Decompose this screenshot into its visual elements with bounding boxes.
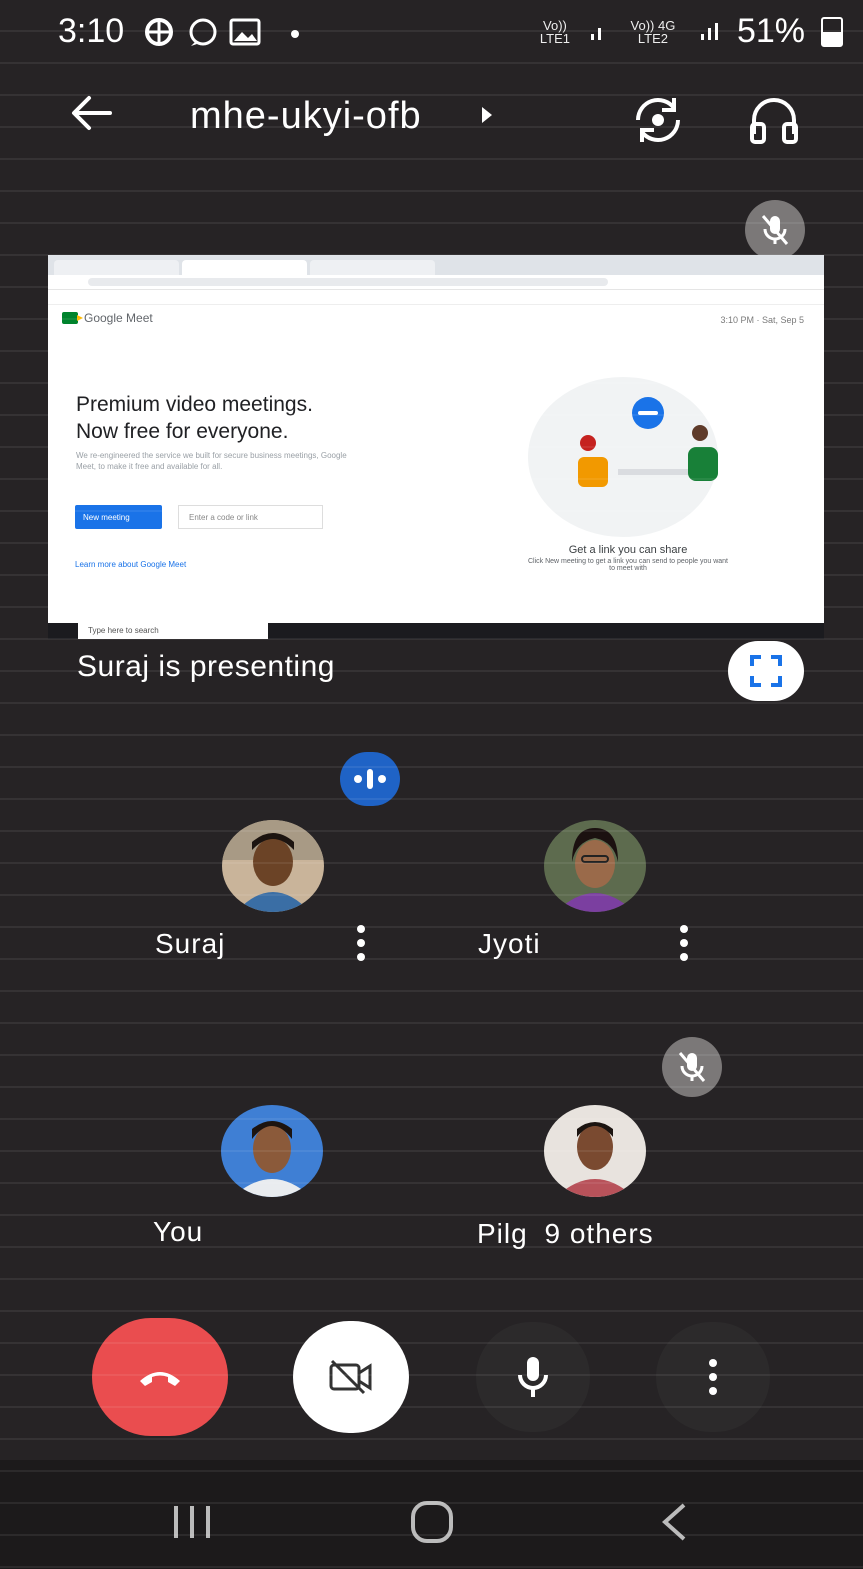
battery-icon [821, 16, 843, 47]
status-time: 3:10 [58, 12, 125, 50]
fullscreen-icon [750, 655, 782, 687]
system-nav-bar [0, 1460, 863, 1569]
learn-more-link: Learn more about Google Meet [75, 560, 187, 569]
presenter-muted-badge [745, 200, 805, 260]
speaking-indicator [340, 752, 400, 806]
meeting-code[interactable]: mhe-ukyi-ofb [190, 95, 422, 138]
signal-bars-icon [590, 27, 601, 40]
illustration-caption: Get a link you can share [568, 544, 688, 556]
switch-camera-button[interactable] [630, 92, 686, 148]
image-icon [229, 18, 261, 46]
end-call-button[interactable] [92, 1318, 228, 1436]
grid-app-icon [145, 18, 173, 46]
home-icon[interactable] [410, 1500, 454, 1544]
dot-icon [291, 30, 299, 38]
phone-hangup-icon [140, 1372, 180, 1386]
notification-icons [145, 14, 335, 58]
audio-level-icon [354, 769, 386, 789]
participant-name: Jyoti [478, 928, 541, 959]
browser-bookmarks [48, 290, 824, 305]
arrow-left-icon [72, 96, 112, 130]
participant-group-name: Pilg 9 others [477, 1218, 654, 1249]
taskbar-search: Type here to search [78, 623, 268, 639]
new-meeting-button: New meeting [75, 505, 162, 529]
recents-icon[interactable] [170, 1504, 214, 1540]
participant-name: Suraj [155, 928, 226, 959]
browser-tabbar [48, 255, 824, 275]
headphones-icon [750, 98, 798, 144]
microphone-icon [518, 1357, 548, 1397]
gmeet-time: 3:10 PM · Sat, Sep 5 [720, 315, 804, 325]
chevron-left-icon[interactable] [660, 1502, 688, 1542]
avatar-you[interactable] [221, 1105, 323, 1197]
gmeet-brand: Google Meet [84, 311, 153, 325]
avatar-pilg[interactable] [544, 1105, 646, 1197]
back-button[interactable] [70, 88, 112, 143]
microphone-button[interactable] [476, 1322, 590, 1432]
others-count: 9 others [544, 1218, 654, 1249]
caret-right-icon[interactable] [480, 104, 494, 132]
whatsapp-icon [189, 18, 217, 46]
status-right: Vo)) LTE1 Vo)) 4G LTE2 51% [537, 12, 843, 51]
participant-menu-button[interactable] [678, 925, 690, 961]
hero-subtitle: We re-engineered the service we built fo… [76, 451, 347, 471]
windows-taskbar: Type here to search [48, 623, 824, 639]
browser-urlbar [48, 275, 824, 290]
google-meet-logo-icon [62, 312, 83, 324]
shared-screen[interactable]: Google Meet 3:10 PM · Sat, Sep 5 Premium… [48, 255, 824, 623]
sim1-signal: Vo)) LTE1 [539, 17, 570, 46]
participant-menu-button[interactable] [355, 925, 367, 961]
illustration-subtitle: Click New meeting to get a link you can … [528, 558, 729, 572]
camera-switch-icon [636, 98, 680, 142]
avatar-suraj[interactable] [222, 820, 324, 912]
fullscreen-button[interactable] [728, 641, 804, 701]
mic-off-icon [678, 1052, 706, 1082]
meeting-illustration [528, 377, 718, 537]
participant-name: You [153, 1216, 204, 1247]
participant-muted-badge [662, 1037, 722, 1097]
signal-bars-icon [700, 22, 718, 40]
camera-toggle-button[interactable] [293, 1321, 409, 1433]
camera-off-icon [329, 1359, 372, 1395]
audio-output-button[interactable] [748, 94, 800, 146]
avatar-jyoti[interactable] [544, 820, 646, 912]
mic-off-icon [761, 215, 789, 245]
hero-title: Premium video meetings. Now free for eve… [76, 393, 313, 443]
battery-percent: 51% [736, 12, 805, 50]
more-vertical-icon [707, 1359, 719, 1395]
more-options-button[interactable] [656, 1322, 770, 1432]
meeting-code-input: Enter a code or link [178, 505, 323, 529]
sim2-signal: Vo)) 4G LTE2 [630, 17, 676, 46]
presenter-label: Suraj is presenting [77, 650, 335, 683]
gmeet-header: Google Meet [62, 311, 153, 325]
